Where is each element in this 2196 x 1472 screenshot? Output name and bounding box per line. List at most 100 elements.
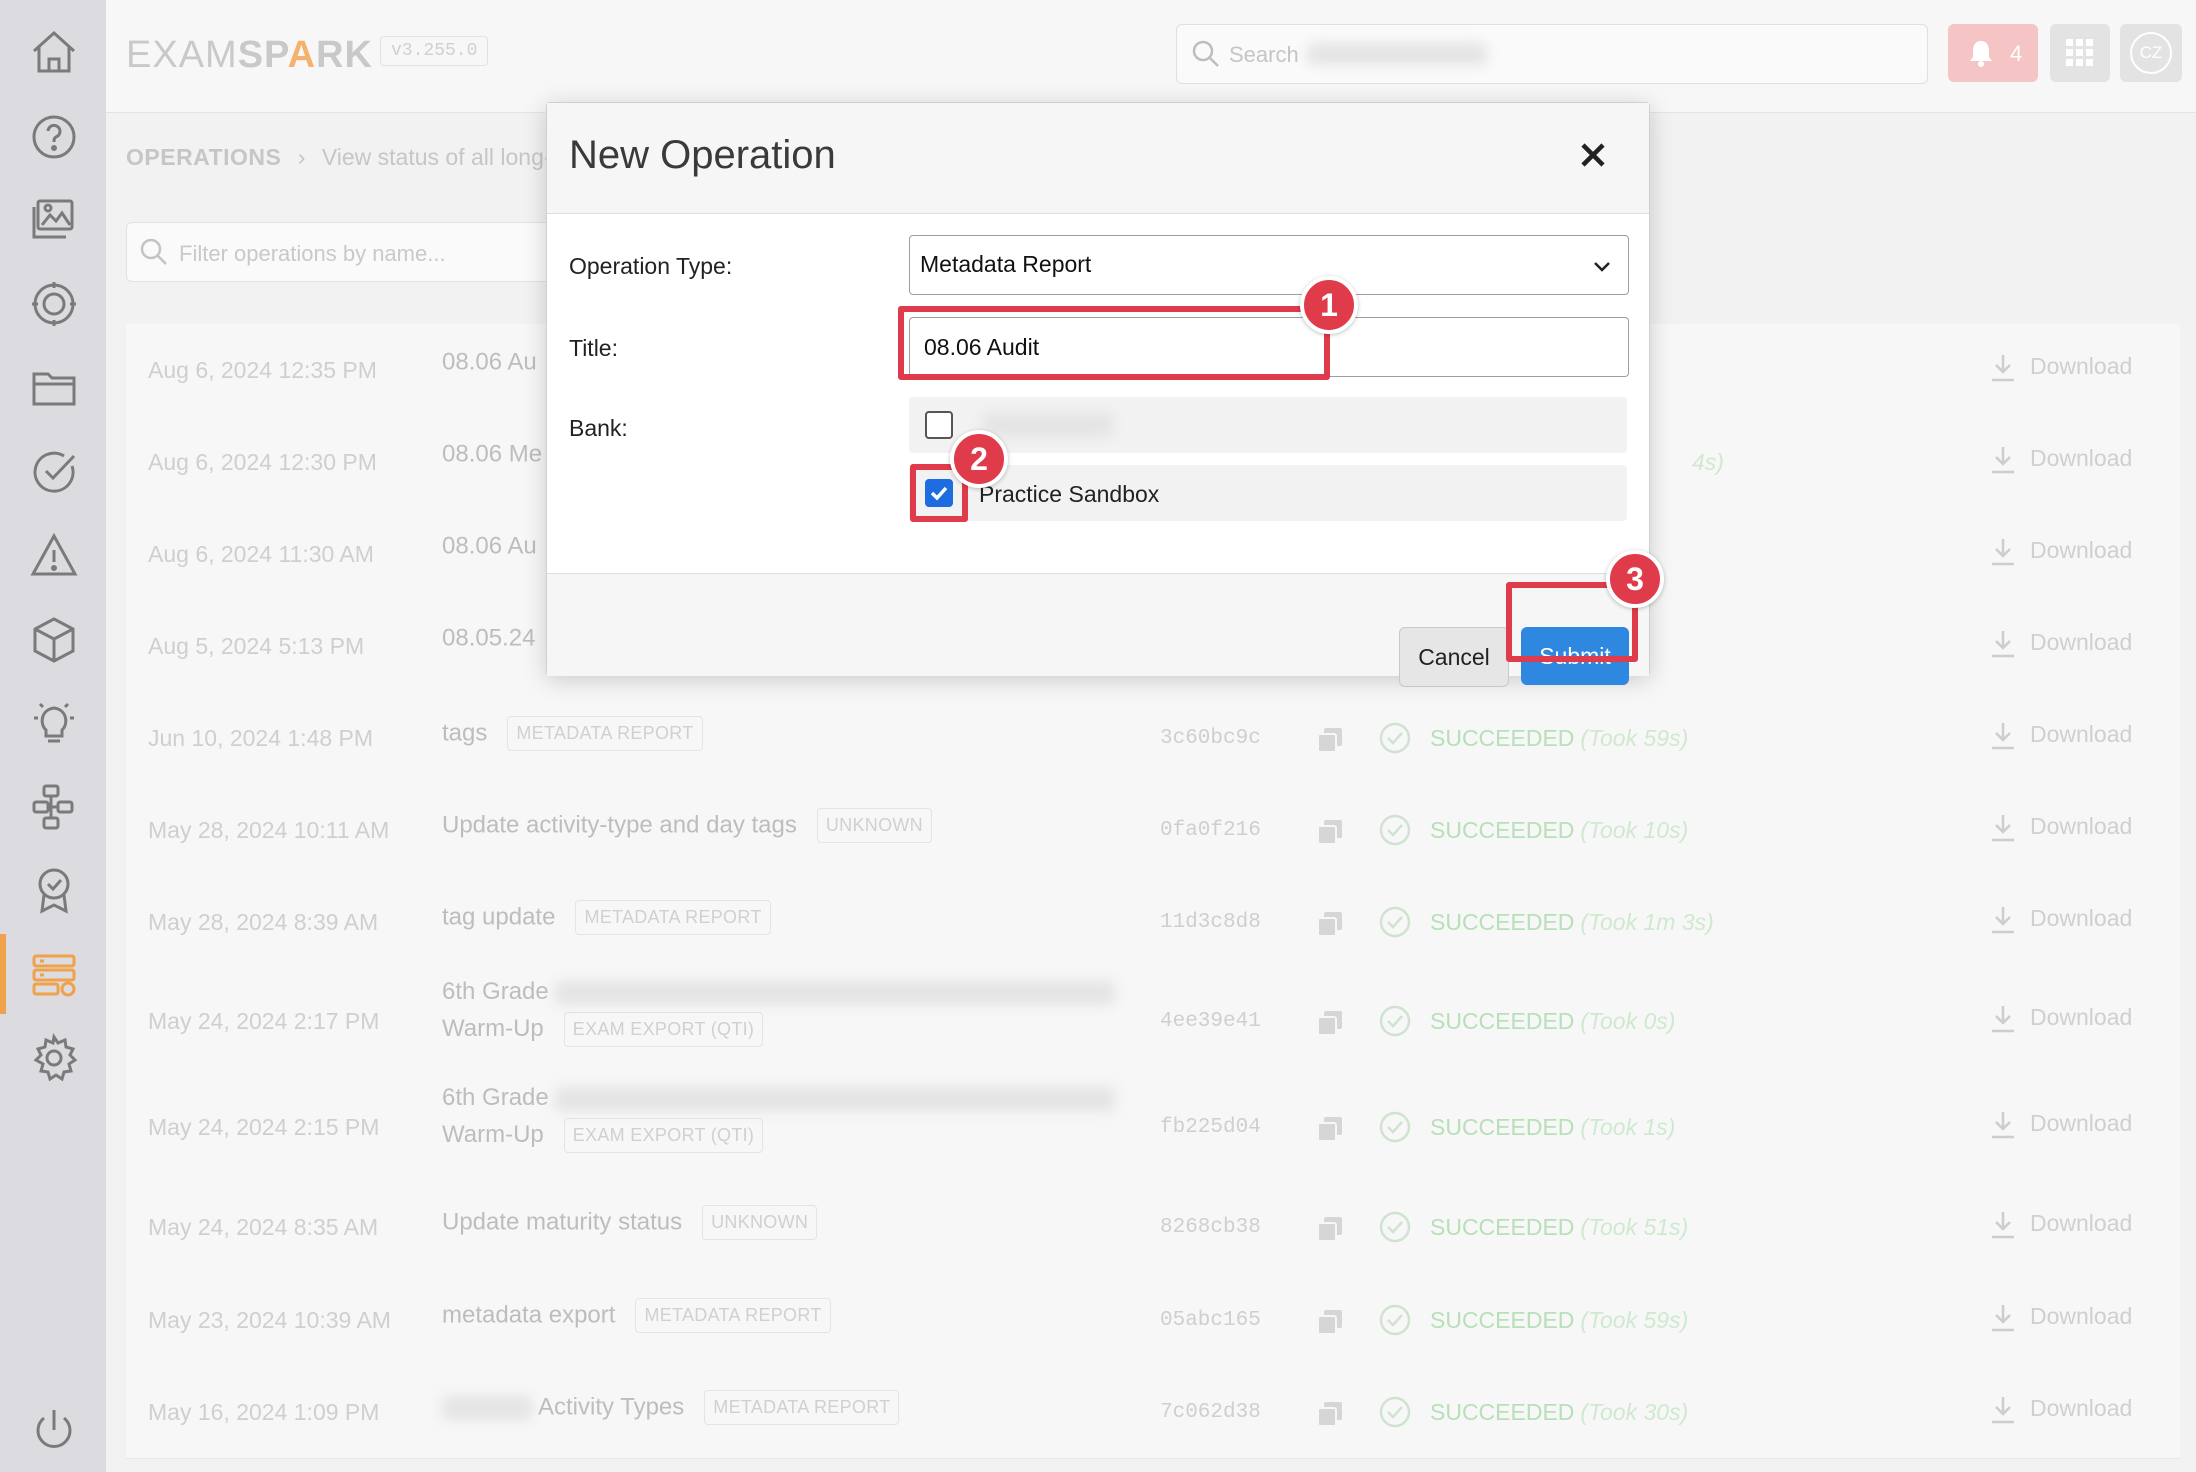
op-name-text: 08.05.24 [442, 624, 536, 652]
op-name[interactable]: 08.06 Au [442, 348, 537, 377]
search-icon [140, 238, 167, 265]
table-row[interactable]: May 24, 2024 2:15 PM 6th Grade Warm-Up EXAM… [126, 1074, 2180, 1181]
notifications-button[interactable]: 4 [1948, 24, 2038, 82]
copy-icon[interactable] [1316, 1215, 1344, 1243]
copy-icon[interactable] [1316, 726, 1344, 754]
table-row[interactable]: May 23, 2024 10:39 AM metadata export META… [126, 1274, 2180, 1367]
operation-type-select[interactable]: Metadata Report [909, 235, 1629, 295]
op-name-text: 08.06 Au [442, 348, 537, 376]
download-button[interactable]: Download [1988, 1003, 2132, 1035]
copy-icon[interactable] [1316, 1400, 1344, 1428]
app-logo[interactable]: EXAMSPARK [126, 34, 373, 77]
download-label: Download [2030, 1303, 2133, 1330]
op-type-badge: METADATA REPORT [635, 1298, 831, 1333]
op-name[interactable]: Update maturity status UNKNOWN [442, 1205, 818, 1240]
op-name[interactable]: 6th Grade Warm-Up EXAM EXPORT (QTI) [442, 978, 1115, 1047]
filter-operations-input[interactable]: Filter operations by name... [126, 222, 608, 282]
table-row[interactable]: May 24, 2024 8:35 AM Update maturity stat… [126, 1180, 2180, 1275]
download-label: Download [2030, 353, 2133, 380]
table-row[interactable]: May 16, 2024 1:09 PM Activity Types METADA… [126, 1366, 2180, 1459]
copy-icon[interactable] [1316, 1308, 1344, 1336]
op-name-text: tags [442, 719, 488, 747]
lightbulb-icon[interactable] [28, 696, 80, 748]
op-name[interactable]: Update activity-type and day tags UNKNOWN [442, 808, 932, 843]
download-button[interactable]: Download [1988, 536, 2132, 568]
op-name[interactable]: tag update METADATA REPORT [442, 900, 771, 935]
search-input[interactable]: Search [1176, 24, 1928, 84]
op-status-text: SUCCEEDED [1430, 1214, 1575, 1240]
check-circle-icon[interactable] [28, 446, 80, 498]
copy-icon[interactable] [1316, 818, 1344, 846]
target-icon[interactable] [28, 278, 80, 330]
op-name[interactable]: 6th Grade Warm-Up EXAM EXPORT (QTI) [442, 1084, 1115, 1153]
help-icon[interactable] [28, 111, 80, 163]
bank-option-practice-sandbox[interactable]: Practice Sandbox [909, 465, 1627, 521]
download-icon [1992, 1006, 2014, 1033]
op-name[interactable]: Activity Types METADATA REPORT [442, 1390, 900, 1425]
table-row[interactable]: May 28, 2024 10:11 AM Update activity-typ… [126, 784, 2180, 877]
op-name[interactable]: 08.05.24 [442, 624, 535, 653]
op-duration: (Took 0s) [1580, 1008, 1676, 1034]
download-icon [1992, 1397, 2014, 1424]
op-name[interactable]: metadata export METADATA REPORT [442, 1298, 831, 1333]
op-hash: 11d3c8d8 [1160, 911, 1261, 934]
top-bar: EXAMSPARK v3.255.0 Search 4 CZ [106, 0, 2196, 113]
download-button[interactable]: Download [1988, 352, 2132, 384]
table-row[interactable]: Jun 10, 2024 1:48 PM tags METADATA REPORT 3… [126, 692, 2180, 785]
op-name[interactable]: tags METADATA REPORT [442, 716, 703, 751]
op-type-badge: METADATA REPORT [575, 900, 771, 935]
images-icon[interactable] [28, 193, 80, 245]
operations-icon[interactable] [28, 948, 80, 1000]
download-button[interactable]: Download [1988, 720, 2132, 752]
cube-icon[interactable] [28, 614, 80, 666]
download-button[interactable]: Download [1988, 812, 2132, 844]
download-label: Download [2030, 1110, 2133, 1137]
op-status-text: SUCCEEDED [1430, 909, 1575, 935]
award-icon[interactable] [28, 864, 80, 916]
apps-button[interactable] [2050, 24, 2110, 82]
table-row[interactable]: May 24, 2024 2:17 PM 6th Grade Warm-Up EXAM… [126, 968, 2180, 1075]
download-icon [1992, 815, 2014, 842]
copy-icon[interactable] [1316, 1009, 1344, 1037]
power-icon[interactable] [28, 1404, 80, 1456]
breadcrumb-root[interactable]: OPERATIONS [126, 144, 281, 170]
op-date: Jun 10, 2024 1:48 PM [148, 725, 374, 751]
warning-icon[interactable] [28, 530, 80, 582]
op-date: Aug 6, 2024 12:35 PM [148, 357, 377, 383]
download-button[interactable]: Download [1988, 444, 2132, 476]
op-name[interactable]: 08.06 Me [442, 440, 542, 469]
success-check-icon [1378, 1004, 1412, 1038]
new-operation-dialog: New Operation Operation Type: Metadata R… [546, 102, 1650, 687]
download-button[interactable]: Download [1988, 1209, 2132, 1241]
download-icon [1992, 1305, 2014, 1332]
download-icon [1992, 539, 2014, 566]
folder-icon[interactable] [28, 362, 80, 414]
bank-option[interactable] [909, 397, 1627, 453]
settings-icon[interactable] [28, 1032, 80, 1084]
copy-icon[interactable] [1316, 1115, 1344, 1143]
op-duration: (Took 10s) [1580, 817, 1689, 843]
chevron-down-icon [1594, 262, 1610, 272]
copy-icon[interactable] [1316, 910, 1344, 938]
home-icon[interactable] [28, 27, 80, 79]
download-button[interactable]: Download [1988, 904, 2132, 936]
cancel-button[interactable]: Cancel [1399, 627, 1509, 687]
filter-placeholder: Filter operations by name... [179, 241, 446, 266]
op-name-text: 08.06 Me [442, 440, 543, 468]
bank-checkbox[interactable] [925, 411, 953, 439]
op-type-badge: EXAM EXPORT (QTI) [563, 1012, 764, 1047]
workflow-icon[interactable] [28, 780, 80, 832]
user-menu-button[interactable]: CZ [2120, 24, 2182, 82]
grid-icon [2066, 39, 2093, 66]
download-button[interactable]: Download [1988, 1109, 2132, 1141]
op-name[interactable]: 08.06 Au [442, 532, 537, 561]
close-icon[interactable] [1575, 137, 1611, 173]
download-button[interactable]: Download [1988, 628, 2132, 660]
op-date: May 23, 2024 10:39 AM [148, 1307, 391, 1333]
op-duration: (Took 51s) [1580, 1214, 1689, 1240]
download-button[interactable]: Download [1988, 1302, 2132, 1334]
op-date: May 24, 2024 2:15 PM [148, 1114, 380, 1140]
table-row[interactable]: May 28, 2024 8:39 AM tag update METADATA R… [126, 876, 2180, 969]
sidebar [0, 0, 106, 1472]
download-button[interactable]: Download [1988, 1394, 2132, 1426]
